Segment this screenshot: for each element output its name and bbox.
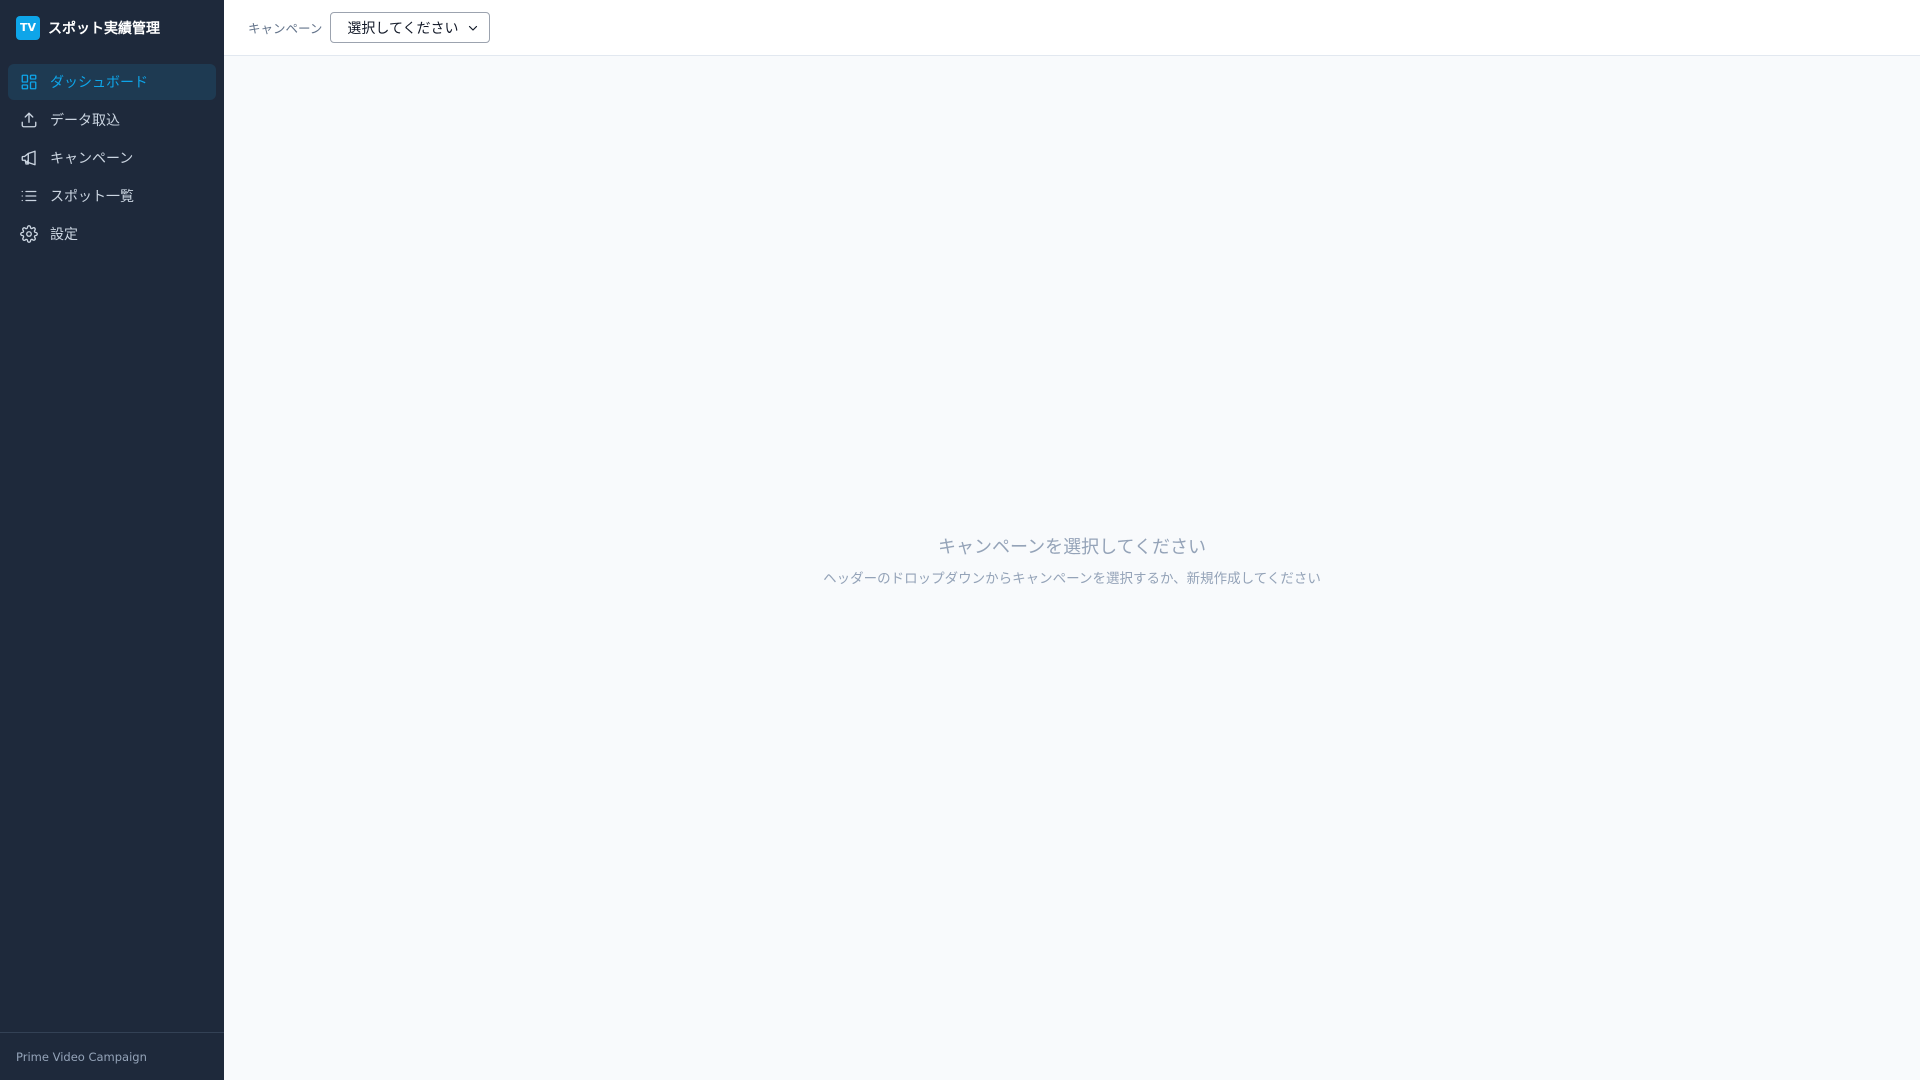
empty-state-title: キャンペーンを選択してください (937, 537, 1207, 558)
campaign-select-value: 選択してください (347, 20, 459, 37)
sidebar-item-spot-list[interactable]: スポット一覧 (8, 178, 216, 214)
list-icon (20, 187, 38, 205)
sidebar-item-campaign[interactable]: キャンペーン (8, 140, 216, 176)
empty-state-subtitle: ヘッダーのドロップダウンからキャンペーンを選択するか、新規作成してください (823, 571, 1321, 587)
content-area: キャンペーンを選択してください ヘッダーのドロップダウンからキャンペーンを選択す… (224, 56, 1920, 1080)
sidebar-item-settings[interactable]: 設定 (8, 216, 216, 252)
sidebar: TV スポット実績管理 ダッシュボード データ取込 キャンペーン スポット一覧 … (0, 0, 224, 1080)
sidebar-footer: Prime Video Campaign (0, 1032, 224, 1080)
megaphone-icon (20, 149, 38, 167)
sidebar-item-label: キャンペーン (50, 151, 134, 167)
sidebar-item-data-import[interactable]: データ取込 (8, 102, 216, 138)
gear-icon (20, 225, 38, 243)
brand-logo: TV (16, 15, 40, 40)
sidebar-item-label: データ取込 (50, 113, 120, 129)
dashboard-icon (20, 73, 38, 91)
upload-icon (20, 111, 38, 129)
chevron-down-icon (467, 22, 479, 34)
top-header: キャンペーン 選択してください (224, 0, 1920, 56)
app-title: スポット実績管理 (48, 20, 160, 37)
sidebar-item-label: スポット一覧 (50, 189, 134, 205)
sidebar-item-dashboard[interactable]: ダッシュボード (8, 64, 216, 100)
main-area: キャンペーン 選択してください キャンペーンを選択してください ヘッダーのドロッ… (224, 0, 1920, 1080)
campaign-label: キャンペーン (248, 21, 323, 36)
sidebar-item-label: 設定 (50, 227, 78, 243)
sidebar-item-label: ダッシュボード (50, 75, 148, 91)
brand[interactable]: TV スポット実績管理 (0, 0, 224, 55)
campaign-select[interactable]: 選択してください (330, 12, 491, 43)
sidebar-nav: ダッシュボード データ取込 キャンペーン スポット一覧 設定 (0, 55, 224, 252)
